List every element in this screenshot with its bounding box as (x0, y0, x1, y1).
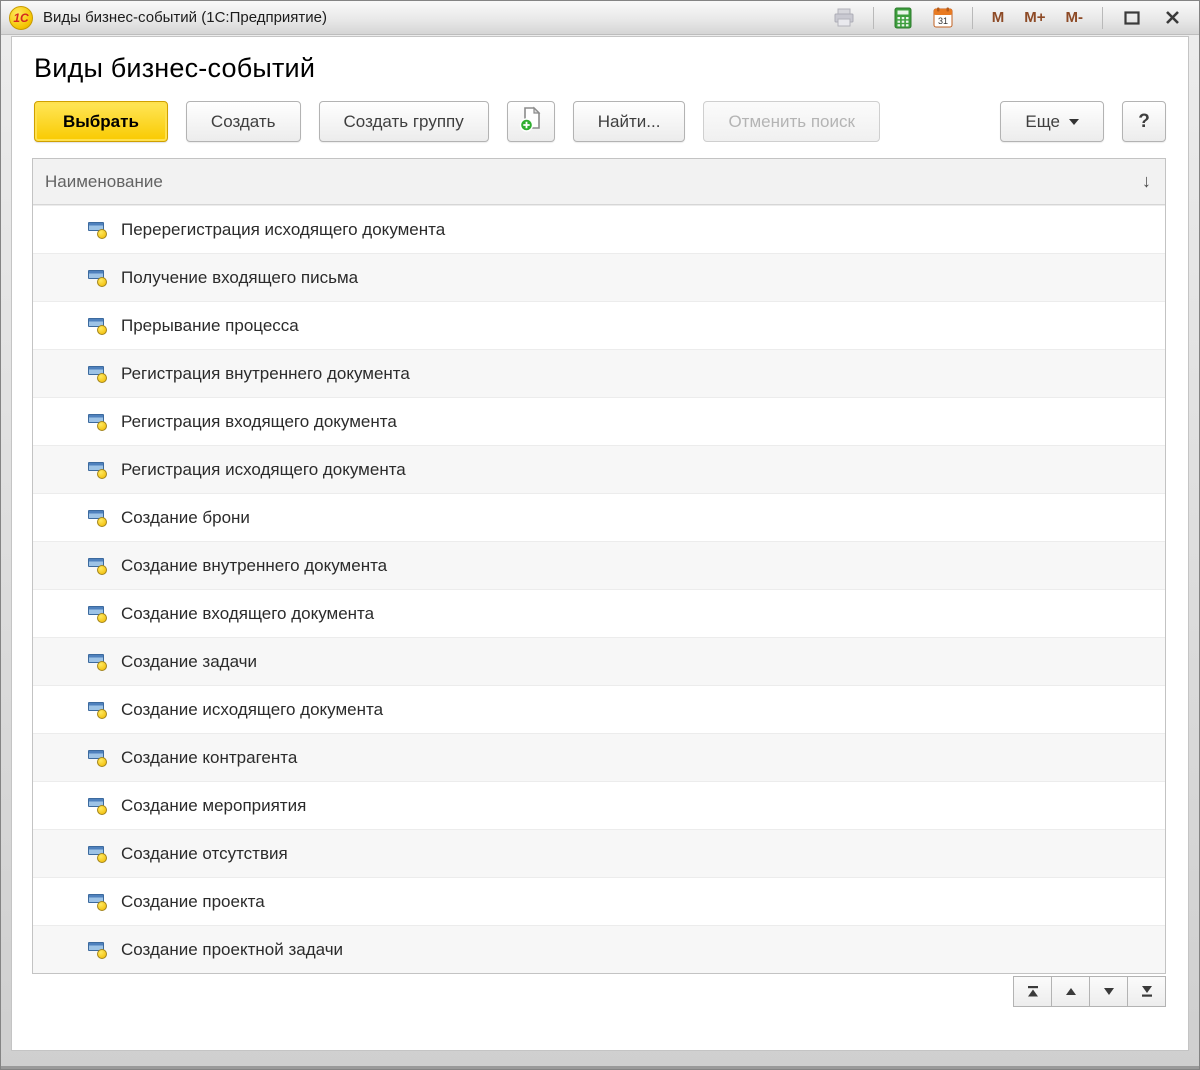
go-first-button[interactable] (1013, 976, 1052, 1007)
table-row[interactable]: Создание внутреннего документа (33, 541, 1165, 589)
row-label: Создание проектной задачи (121, 940, 343, 960)
page-title: Виды бизнес-событий (34, 53, 1188, 84)
row-label: Создание входящего документа (121, 604, 374, 624)
table-row[interactable]: Прерывание процесса (33, 301, 1165, 349)
catalog-item-icon (88, 508, 108, 528)
titlebar-buttons: 31 M M+ M- (829, 5, 1187, 31)
cancel-search-button: Отменить поиск (703, 101, 880, 142)
table-row[interactable]: Создание задачи (33, 637, 1165, 685)
titlebar-separator (1102, 7, 1103, 29)
app-window: 1С Виды бизнес-событий (1С:Предприятие) (0, 0, 1200, 1070)
window-title: Виды бизнес-событий (1С:Предприятие) (43, 9, 829, 26)
go-down-button[interactable] (1089, 976, 1128, 1007)
go-up-button[interactable] (1051, 976, 1090, 1007)
memory-m-plus-button[interactable]: M+ (1019, 7, 1050, 28)
chevron-down-icon (1069, 119, 1079, 125)
memory-m-minus-button[interactable]: M- (1061, 7, 1089, 28)
catalog-item-icon (88, 460, 108, 480)
catalog-item-icon (88, 940, 108, 960)
list-navigation (12, 976, 1166, 1007)
catalog-item-icon (88, 556, 108, 576)
row-label: Создание контрагента (121, 748, 297, 768)
row-label: Создание исходящего документа (121, 700, 383, 720)
toolbar: Выбрать Создать Создать группу Найти... … (34, 101, 1166, 142)
calendar-icon[interactable]: 31 (928, 5, 958, 31)
1c-logo-icon: 1С (9, 6, 33, 30)
catalog-item-icon (88, 412, 108, 432)
table-row[interactable]: Регистрация исходящего документа (33, 445, 1165, 493)
catalog-item-icon (88, 268, 108, 288)
more-button-label: Еще (1025, 112, 1060, 132)
row-label: Создание мероприятия (121, 796, 306, 816)
calculator-icon[interactable] (888, 5, 918, 31)
catalog-item-icon (88, 604, 108, 624)
column-header-name: Наименование (45, 172, 163, 192)
table-row[interactable]: Получение входящего письма (33, 253, 1165, 301)
row-label: Создание отсутствия (121, 844, 288, 864)
go-last-button[interactable] (1127, 976, 1166, 1007)
catalog-item-icon (88, 220, 108, 240)
row-label: Регистрация внутреннего документа (121, 364, 410, 384)
select-button[interactable]: Выбрать (34, 101, 168, 142)
table-row[interactable]: Создание отсутствия (33, 829, 1165, 877)
catalog-item-icon (88, 316, 108, 336)
find-button[interactable]: Найти... (573, 101, 686, 142)
table-body: Перерегистрация исходящего документа Пол… (33, 205, 1165, 973)
table-row[interactable]: Создание входящего документа (33, 589, 1165, 637)
row-label: Создание внутреннего документа (121, 556, 387, 576)
events-table: Наименование ↓ Перерегистрация исходящег… (32, 158, 1166, 974)
table-row[interactable]: Создание проекта (33, 877, 1165, 925)
table-row[interactable]: Регистрация входящего документа (33, 397, 1165, 445)
catalog-item-icon (88, 652, 108, 672)
table-header[interactable]: Наименование ↓ (33, 159, 1165, 205)
row-label: Перерегистрация исходящего документа (121, 220, 445, 240)
catalog-item-icon (88, 892, 108, 912)
titlebar: 1С Виды бизнес-событий (1С:Предприятие) (1, 1, 1199, 35)
table-row[interactable]: Создание брони (33, 493, 1165, 541)
row-label: Создание задачи (121, 652, 257, 672)
row-label: Прерывание процесса (121, 316, 299, 336)
row-label: Регистрация исходящего документа (121, 460, 406, 480)
more-button[interactable]: Еще (1000, 101, 1104, 142)
help-button[interactable]: ? (1122, 101, 1166, 142)
row-label: Регистрация входящего документа (121, 412, 397, 432)
table-row[interactable]: Создание мероприятия (33, 781, 1165, 829)
catalog-item-icon (88, 796, 108, 816)
sort-descending-icon[interactable]: ↓ (1142, 171, 1151, 192)
table-row[interactable]: Перерегистрация исходящего документа (33, 205, 1165, 253)
row-label: Создание проекта (121, 892, 265, 912)
titlebar-separator (972, 7, 973, 29)
catalog-item-icon (88, 748, 108, 768)
table-row[interactable]: Создание исходящего документа (33, 685, 1165, 733)
catalog-item-icon (88, 700, 108, 720)
document-plus-icon (519, 106, 543, 137)
table-row[interactable]: Создание проектной задачи (33, 925, 1165, 973)
maximize-icon[interactable] (1117, 5, 1147, 31)
catalog-item-icon (88, 364, 108, 384)
form-content: Виды бизнес-событий Выбрать Создать Созд… (11, 36, 1189, 1051)
create-group-button[interactable]: Создать группу (319, 101, 489, 142)
titlebar-separator (873, 7, 874, 29)
row-label: Создание брони (121, 508, 250, 528)
table-row[interactable]: Регистрация внутреннего документа (33, 349, 1165, 397)
row-label: Получение входящего письма (121, 268, 358, 288)
table-row[interactable]: Создание контрагента (33, 733, 1165, 781)
catalog-item-icon (88, 844, 108, 864)
print-icon[interactable] (829, 5, 859, 31)
memory-m-button[interactable]: M (987, 7, 1010, 28)
create-by-copy-button[interactable] (507, 101, 555, 142)
close-icon[interactable] (1157, 5, 1187, 31)
svg-text:31: 31 (938, 16, 948, 26)
create-button[interactable]: Создать (186, 101, 301, 142)
